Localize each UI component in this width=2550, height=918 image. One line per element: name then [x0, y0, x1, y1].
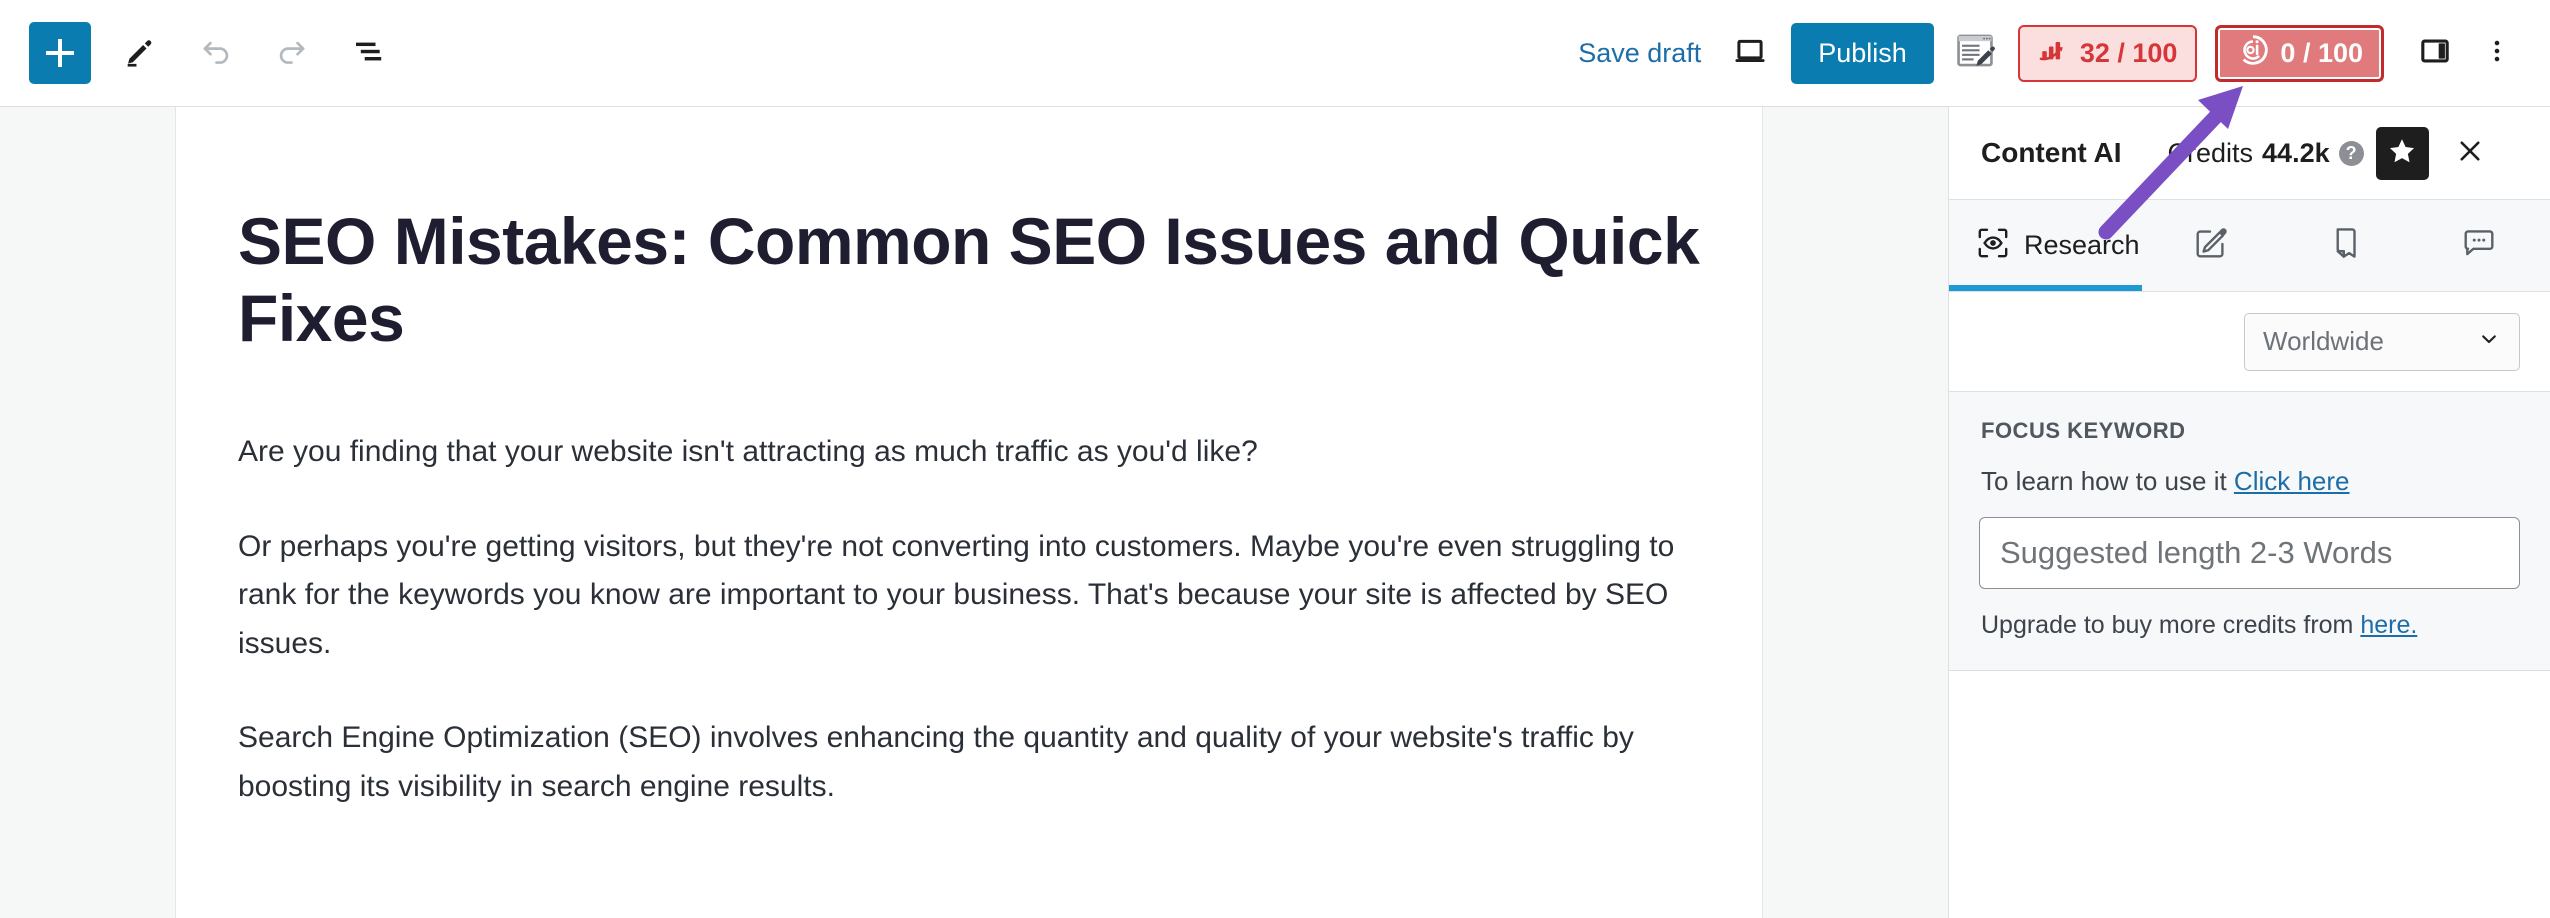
research-scan-eye-icon [1975, 225, 2011, 266]
region-select[interactable]: Worldwide [2244, 312, 2520, 371]
click-here-link[interactable]: Click here [2234, 466, 2350, 496]
sidebar-toggle-icon [2418, 34, 2452, 73]
post-paragraph[interactable]: Search Engine Optimization (SEO) involve… [238, 668, 1702, 811]
focus-keyword-section: FOCUS KEYWORD To learn how to use it Cli… [1949, 392, 2550, 671]
canvas-left-gutter [0, 107, 176, 918]
chevron-down-icon [2477, 327, 2501, 356]
undo-arrow-icon [197, 32, 235, 75]
preview-button[interactable] [1719, 22, 1781, 84]
canvas-right-gutter [1762, 107, 1949, 918]
post-paragraph[interactable]: Are you finding that your website isn't … [238, 356, 1702, 477]
three-dots-icon [2482, 36, 2512, 71]
rank-math-icon [1954, 30, 1996, 77]
more-options-button[interactable] [2466, 22, 2528, 84]
help-icon[interactable]: ? [2338, 140, 2364, 166]
close-icon [2455, 136, 2485, 171]
upgrade-star-button[interactable] [2375, 126, 2429, 180]
focus-keyword-input[interactable] [1979, 517, 2520, 589]
credits-value: 44.2k [2262, 137, 2330, 168]
region-selected-value: Worldwide [2263, 326, 2384, 356]
plus-icon [46, 39, 74, 67]
content-ai-panel: Content AI Credits 44.2k ? Research Worl… [1949, 107, 2550, 918]
post-canvas[interactable]: SEO Mistakes: Common SEO Issues and Quic… [176, 107, 1762, 918]
seo-score-value: 32 / 100 [2079, 37, 2178, 68]
upgrade-credits-text: Upgrade to buy more credits from [1981, 611, 2361, 639]
write-pencil-square-icon [2192, 224, 2230, 267]
panel-title: Content AI [1981, 137, 2122, 168]
tab-write[interactable] [2144, 200, 2278, 291]
list-view-button[interactable] [337, 22, 399, 84]
post-title[interactable]: SEO Mistakes: Common SEO Issues and Quic… [238, 107, 1702, 356]
pencil-icon [123, 34, 157, 73]
seo-bar-chart-icon [2038, 34, 2070, 73]
credits-label: Credits [2167, 137, 2254, 168]
focus-keyword-help: To learn how to use it Click here [1981, 466, 2520, 497]
list-view-icon [350, 33, 386, 74]
focus-keyword-heading: FOCUS KEYWORD [1981, 418, 2186, 443]
buy-credits-link[interactable]: here. [2360, 611, 2417, 639]
post-paragraph[interactable]: Or perhaps you're getting visitors, but … [238, 477, 1702, 669]
content-ai-header: Content AI Credits 44.2k ? [1949, 107, 2550, 200]
star-icon [2387, 136, 2417, 171]
tab-research-label: Research [2024, 230, 2140, 260]
add-block-button[interactable] [29, 22, 91, 84]
tab-document[interactable] [2278, 200, 2412, 291]
toolbar-right-group: Save draft Publish 32 / 100 0 / 100 [1560, 22, 2550, 84]
editor-toolbar: Save draft Publish 32 / 100 0 / 100 [0, 0, 2550, 107]
content-ai-results-area [1949, 671, 2550, 903]
save-draft-button[interactable]: Save draft [1560, 38, 1719, 69]
close-panel-button[interactable] [2447, 130, 2493, 176]
tab-research[interactable]: Research [1949, 200, 2144, 291]
ai-score-badge[interactable]: 0 / 100 [2215, 24, 2384, 82]
focus-keyword-help-text: To learn how to use it [1981, 466, 2234, 496]
publish-button[interactable]: Publish [1791, 22, 1934, 84]
undo-button[interactable] [185, 22, 247, 84]
content-ai-circle-icon [2236, 33, 2270, 74]
document-page-icon [2326, 224, 2364, 267]
ai-score-value: 0 / 100 [2280, 37, 2363, 68]
toolbar-left-group [0, 22, 399, 84]
redo-arrow-icon [273, 32, 311, 75]
rank-math-button[interactable] [1944, 22, 2006, 84]
laptop-preview-icon [1732, 33, 1768, 74]
tab-chat[interactable] [2412, 200, 2546, 291]
seo-score-badge[interactable]: 32 / 100 [2017, 24, 2198, 82]
region-selector-row: Worldwide [1949, 292, 2550, 392]
post-content: SEO Mistakes: Common SEO Issues and Quic… [176, 107, 1762, 812]
upgrade-credits-note: Upgrade to buy more credits from here. [1981, 611, 2520, 640]
settings-sidebar-button[interactable] [2404, 22, 2466, 84]
redo-button[interactable] [261, 22, 323, 84]
edit-tool-button[interactable] [109, 22, 171, 84]
content-ai-tabs: Research [1949, 200, 2550, 292]
credits-group: Credits 44.2k ? [2168, 138, 2364, 169]
chat-bubble-icon [2460, 224, 2498, 267]
